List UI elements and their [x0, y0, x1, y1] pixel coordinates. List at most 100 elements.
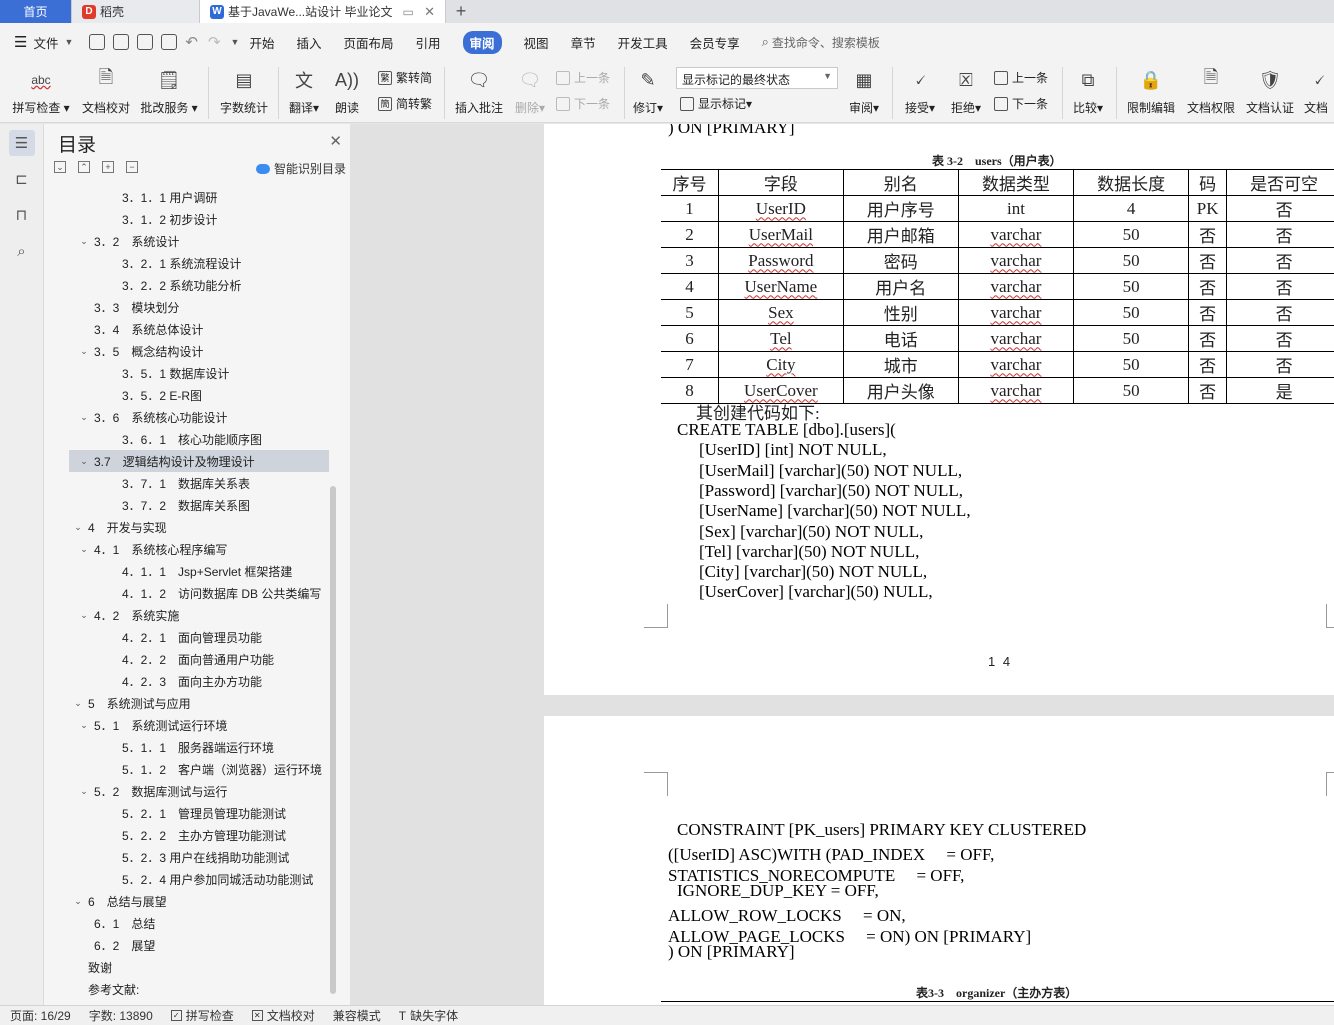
print-icon[interactable]: [137, 34, 154, 50]
doc-permission-button[interactable]: 🗎 文档权限: [1184, 65, 1238, 116]
new-tab-button[interactable]: +: [446, 0, 476, 23]
tab-home[interactable]: 首页: [0, 0, 72, 23]
section-nav-icon[interactable]: ⊏: [9, 166, 35, 192]
toc-item[interactable]: 5．2．2 主办方管理功能测试: [44, 824, 334, 846]
bookmark-icon[interactable]: ⊓: [9, 202, 35, 228]
toc-item[interactable]: 6．1 总结: [44, 912, 334, 934]
collapse-all-icon[interactable]: ⌄: [54, 161, 66, 173]
toc-item[interactable]: 3．7．1 数据库关系表: [44, 472, 334, 494]
smart-toc-button[interactable]: 智能识别目录: [255, 160, 346, 177]
missing-font-button[interactable]: T 缺失字体: [399, 1007, 458, 1024]
doc-proofread-button[interactable]: 🗎 文档校对: [80, 65, 132, 116]
chevron-down-icon[interactable]: ⌄: [78, 346, 90, 357]
toc-item[interactable]: ⌄ 6 总结与展望: [44, 890, 334, 912]
toc-item[interactable]: 致谢: [44, 956, 334, 978]
chevron-down-icon[interactable]: ⌄: [78, 412, 90, 423]
toc-item[interactable]: 4．2．1 面向管理员功能: [44, 626, 334, 648]
toc-panel-icon[interactable]: ☰: [8, 130, 35, 156]
show-markup-button[interactable]: 显示标记 ▾: [680, 95, 752, 112]
add-level-icon[interactable]: +: [102, 161, 114, 173]
toc-item[interactable]: 3．3 模块划分: [44, 296, 334, 318]
insert-comment-button[interactable]: 🗨 插入批注: [452, 65, 506, 116]
toc-item[interactable]: 4．2．2 面向普通用户功能: [44, 648, 334, 670]
toc-item[interactable]: 3．1．1 用户调研: [44, 186, 334, 208]
close-tab-icon[interactable]: ✕: [424, 4, 435, 20]
toc-item[interactable]: ⌄ 5．1 系统测试运行环境: [44, 714, 334, 736]
tab-daoke[interactable]: D 稻壳: [72, 0, 200, 23]
toc-item[interactable]: 3．6．1 核心功能顺序图: [44, 428, 334, 450]
print-preview-icon[interactable]: [161, 34, 178, 50]
toc-item[interactable]: ⌄ 5．2 数据库测试与运行: [44, 780, 334, 802]
toc-item[interactable]: 5．1．2 客户端（浏览器）运行环境: [44, 758, 334, 780]
toc-item[interactable]: 3．5．2 E-R图: [44, 384, 334, 406]
chevron-down-icon[interactable]: ⌄: [78, 786, 90, 797]
hamburger-icon[interactable]: ☰: [14, 33, 27, 51]
prev-comment-button[interactable]: 上一条: [556, 69, 610, 86]
quick-access-more-icon[interactable]: ▼: [231, 37, 240, 47]
command-search[interactable]: ⌕ 查找命令、搜索模板: [762, 34, 880, 51]
translate-button[interactable]: 文 翻译▾: [286, 65, 322, 116]
chevron-down-icon[interactable]: ⌄: [78, 544, 90, 555]
accept-button[interactable]: 🗸 接受▾: [900, 65, 940, 116]
menu-start[interactable]: 开始: [249, 33, 274, 52]
toc-item[interactable]: ⌄ 3．5 概念结构设计: [44, 340, 334, 362]
redo-icon[interactable]: ↷: [208, 33, 221, 51]
doc-extra-button[interactable]: 🗸 文档: [1304, 65, 1334, 116]
toc-item[interactable]: 4．1．1 Jsp+Servlet 框架搭建: [44, 560, 334, 582]
reject-button[interactable]: 🗵 拒绝▾: [946, 65, 986, 116]
find-icon[interactable]: ⌕: [9, 238, 35, 264]
simp-to-trad-button[interactable]: 簡简转繁: [378, 95, 432, 112]
expand-all-icon[interactable]: ⌃: [78, 161, 90, 173]
tab-document[interactable]: W 基于JavaWe...站设计 毕业论文 ▭ ✕: [200, 0, 446, 23]
toc-item[interactable]: ⌄ 3.7 逻辑结构设计及物理设计: [69, 450, 329, 472]
next-change-button[interactable]: 下一条: [994, 95, 1048, 112]
toc-item[interactable]: 4．2．3 面向主办方功能: [44, 670, 334, 692]
close-icon[interactable]: ✕: [329, 132, 342, 150]
menu-references[interactable]: 引用: [416, 33, 441, 52]
toc-item[interactable]: 5．2．4 用户参加同城活动功能测试: [44, 868, 334, 890]
spell-check-button[interactable]: abc 拼写检查 ▾: [12, 65, 70, 116]
toc-item[interactable]: 3．5．1 数据库设计: [44, 362, 334, 384]
delete-comment-button[interactable]: 🗨 删除▾: [510, 65, 550, 116]
chevron-down-icon[interactable]: ▼: [64, 37, 73, 47]
save-icon[interactable]: [89, 34, 106, 50]
trad-to-simp-button[interactable]: 繁繁转简: [378, 69, 432, 86]
batch-service-button[interactable]: 🗒 批改服务 ▾: [140, 65, 198, 116]
toc-item[interactable]: ⌄ 4．1 系统核心程序编写: [44, 538, 334, 560]
chevron-down-icon[interactable]: ⌄: [78, 236, 90, 247]
menu-section[interactable]: 章节: [571, 33, 596, 52]
toc-item[interactable]: 3．4 系统总体设计: [44, 318, 334, 340]
toc-item[interactable]: 3．7．2 数据库关系图: [44, 494, 334, 516]
toc-item[interactable]: 3．2．2 系统功能分析: [44, 274, 334, 296]
export-icon[interactable]: [113, 34, 130, 50]
prev-change-button[interactable]: 上一条: [994, 69, 1048, 86]
track-changes-button[interactable]: ✎ 修订▾: [630, 65, 666, 116]
toc-item[interactable]: ⌄ 4 开发与实现: [44, 516, 334, 538]
chevron-down-icon[interactable]: ⌄: [78, 720, 90, 731]
remove-level-icon[interactable]: −: [126, 161, 138, 173]
compare-button[interactable]: ⧉ 比较▾: [1068, 65, 1108, 116]
toc-item[interactable]: ⌄ 3．2 系统设计: [44, 230, 334, 252]
undo-icon[interactable]: ↶: [185, 33, 198, 51]
spell-check-toggle[interactable]: ✓ 拼写检查: [170, 1007, 234, 1024]
chevron-down-icon[interactable]: ⌄: [78, 610, 90, 621]
word-count-indicator[interactable]: 字数: 13890: [89, 1007, 153, 1024]
toc-scrollbar[interactable]: [330, 486, 336, 994]
next-comment-button[interactable]: 下一条: [556, 95, 610, 112]
chevron-down-icon[interactable]: ⌄: [72, 698, 84, 709]
toc-item[interactable]: 参考文献:: [44, 978, 334, 1000]
chevron-down-icon[interactable]: ⌄: [72, 896, 84, 907]
toc-item[interactable]: 3．2．1 系统流程设计: [44, 252, 334, 274]
restrict-edit-button[interactable]: 🔒 限制编辑: [1124, 65, 1178, 116]
toc-item[interactable]: 4．1．2 访问数据库 DB 公共类编写: [44, 582, 334, 604]
toc-item[interactable]: 3．1．2 初步设计: [44, 208, 334, 230]
toc-item[interactable]: 5．1．1 服务器端运行环境: [44, 736, 334, 758]
doc-cert-button[interactable]: 🛡 文档认证: [1243, 65, 1297, 116]
chevron-down-icon[interactable]: ⌄: [78, 456, 90, 467]
page-indicator[interactable]: 页面: 16/29: [10, 1007, 71, 1024]
toc-item[interactable]: ⌄ 4．2 系统实施: [44, 604, 334, 626]
menu-insert[interactable]: 插入: [296, 33, 321, 52]
menu-file[interactable]: 文件: [33, 33, 58, 52]
chevron-down-icon[interactable]: ⌄: [72, 522, 84, 533]
toc-item[interactable]: ⌄ 5 系统测试与应用: [44, 692, 334, 714]
